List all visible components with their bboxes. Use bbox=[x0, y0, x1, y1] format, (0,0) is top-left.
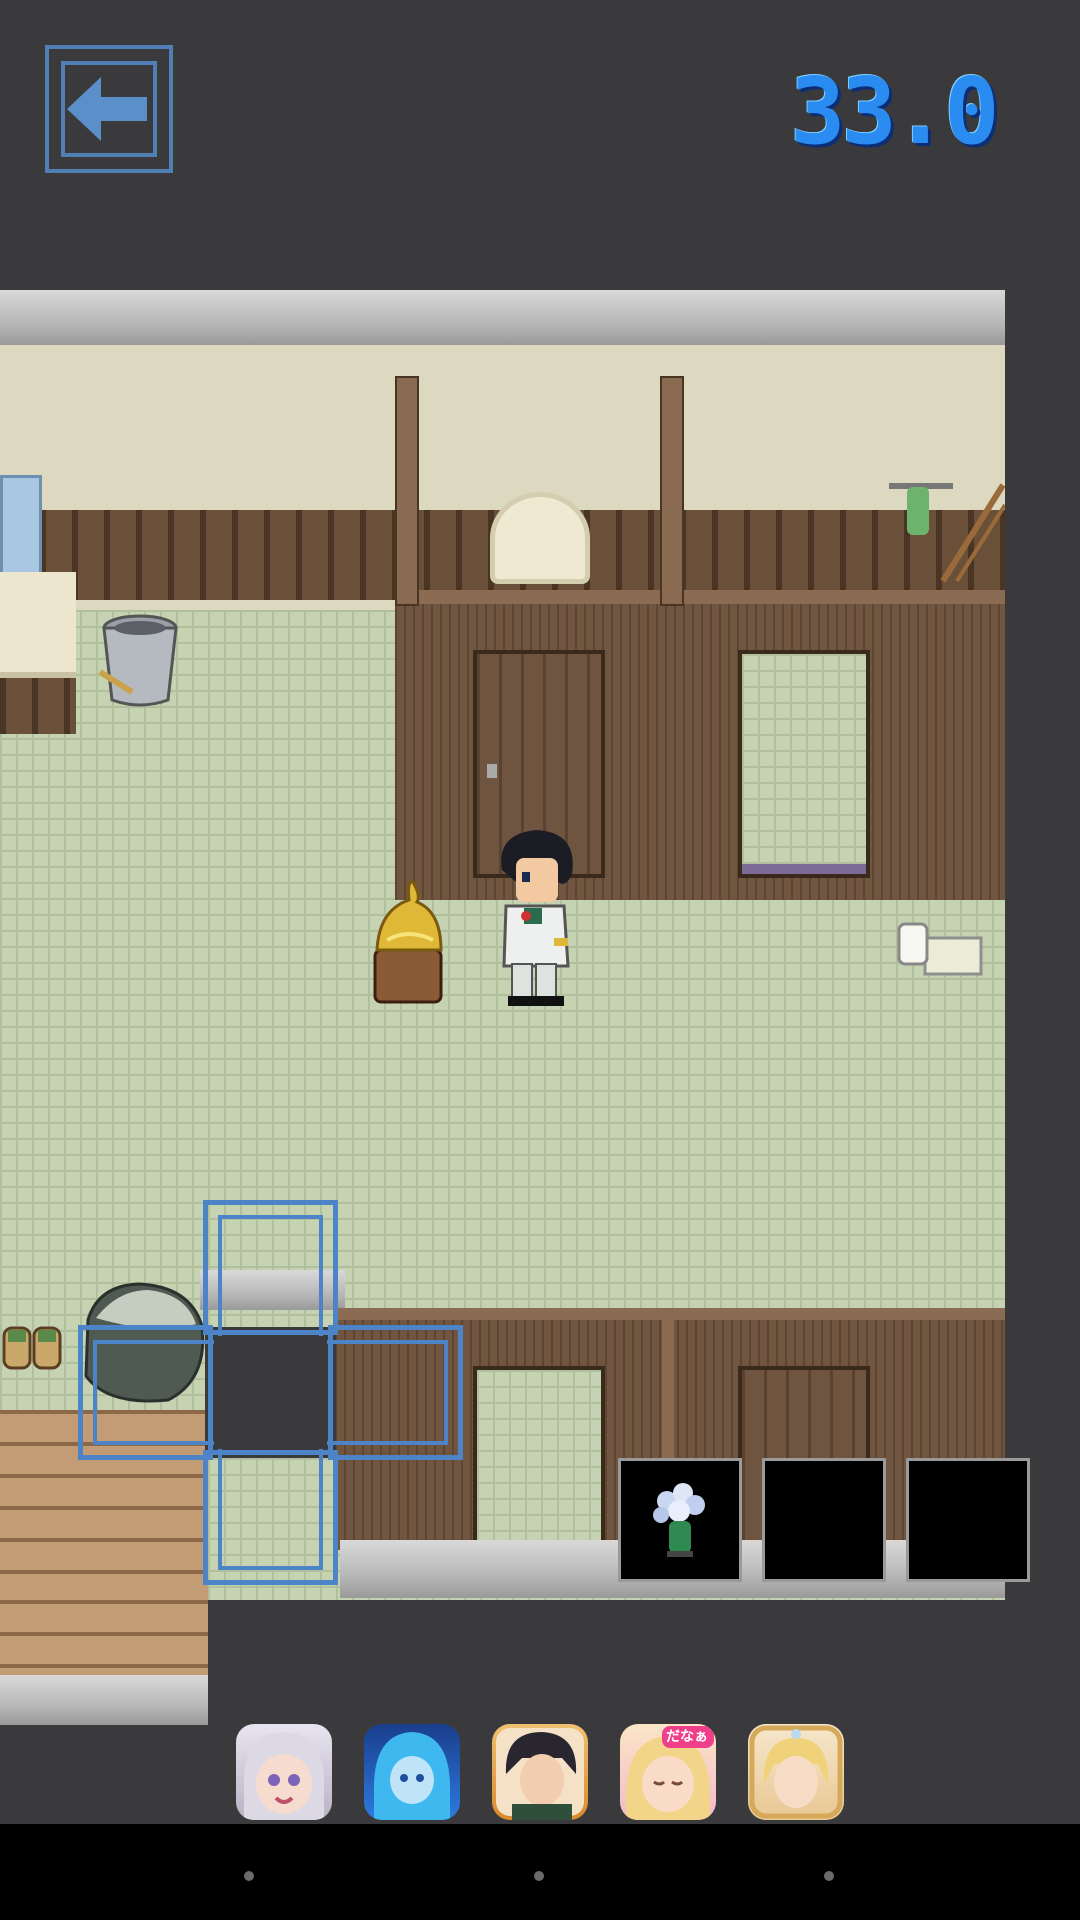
inventory-slot-1[interactable] bbox=[618, 1458, 742, 1582]
golden-statue-icon bbox=[373, 880, 443, 1004]
timer-display: 33.0 bbox=[790, 58, 1000, 165]
counter-base bbox=[0, 678, 76, 734]
blue-mermaid-app-icon[interactable] bbox=[364, 1724, 460, 1820]
dpad-down[interactable] bbox=[203, 1449, 338, 1585]
lower-doorway[interactable] bbox=[473, 1366, 605, 1556]
wall-top-edge bbox=[0, 290, 1005, 345]
blonde-prince-app-icon[interactable] bbox=[748, 1724, 844, 1820]
flower-vase-icon bbox=[653, 1483, 705, 1557]
player-character bbox=[501, 830, 573, 1006]
dark-hair-man-app-icon[interactable] bbox=[492, 1724, 588, 1820]
stairs-bottom-edge bbox=[0, 1675, 208, 1725]
danaa-badge: だなぁ bbox=[666, 1729, 708, 1745]
dpad-up[interactable] bbox=[203, 1200, 338, 1336]
nav-back-button[interactable] bbox=[244, 1871, 254, 1881]
left-arrow-icon bbox=[67, 77, 147, 141]
dpad-right[interactable] bbox=[327, 1325, 463, 1460]
mirror bbox=[490, 492, 590, 584]
pillar-right bbox=[660, 376, 684, 606]
back-button[interactable] bbox=[45, 45, 173, 173]
coat-rack-icon bbox=[889, 483, 1005, 583]
inventory-slot-3[interactable] bbox=[906, 1458, 1030, 1582]
slippers-icon bbox=[2, 1326, 62, 1370]
silver-hair-girl-app-icon[interactable] bbox=[236, 1724, 332, 1820]
bucket-icon bbox=[98, 614, 178, 707]
nav-recents-button[interactable] bbox=[824, 1871, 834, 1881]
pillar-left bbox=[395, 376, 419, 606]
room-wall-trim bbox=[395, 590, 1005, 604]
toilet-paper-icon bbox=[897, 922, 983, 976]
dpad-center bbox=[205, 1327, 336, 1458]
open-doorway[interactable] bbox=[738, 650, 870, 878]
dpad-left[interactable] bbox=[78, 1325, 214, 1460]
inventory-slot-2[interactable] bbox=[762, 1458, 886, 1582]
window bbox=[0, 475, 42, 575]
door-knob bbox=[487, 764, 497, 778]
blonde-girl-danaa-app-icon[interactable]: だなぁ bbox=[620, 1724, 716, 1820]
nav-home-button[interactable] bbox=[534, 1871, 544, 1881]
dpad[interactable] bbox=[78, 1200, 463, 1585]
counter bbox=[0, 572, 76, 678]
stairs-lower bbox=[0, 1600, 208, 1675]
